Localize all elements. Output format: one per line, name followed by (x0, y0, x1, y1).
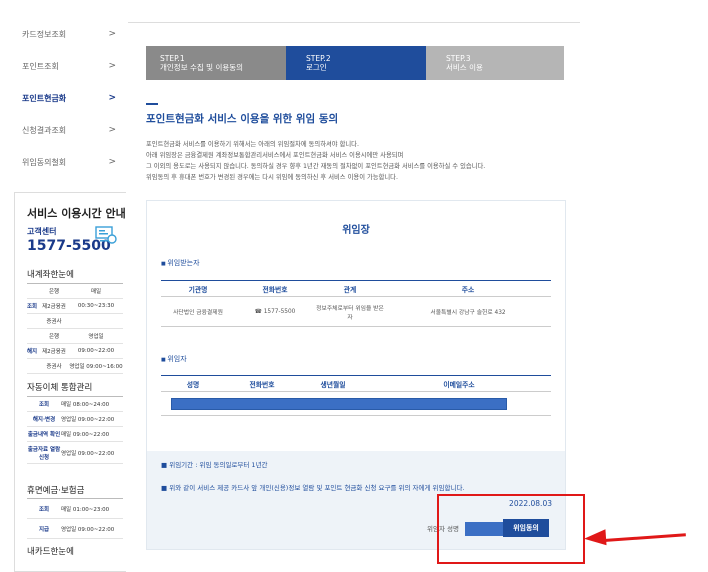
sidebar-item-withdraw[interactable]: 위임동의철회 > (0, 145, 126, 179)
schedule-row: 출금자료 열람신청 영업일 09:00~22:00 (27, 442, 123, 464)
column-header: 성명 (161, 375, 225, 392)
receiver-section-label: 위임받는자 (161, 258, 199, 268)
redacted-info (171, 397, 507, 410)
column-header: 전화번호 (235, 280, 315, 297)
schedule-row: 은행 매일 (27, 284, 123, 299)
schedule-table-accounts: 은행 매일 조회 제2금융권 00:30~23:30 증권사 은행 영업일 해지 제2금융… (27, 283, 123, 374)
schedule-row: 증권사 영업일 09:00~16:00 (27, 359, 123, 374)
sidebar-item-points[interactable]: 포인트조회 > (0, 49, 126, 83)
schedule-row: 출금내역 확인 매일 09:00~22:00 (27, 427, 123, 442)
arrow-line (603, 533, 686, 542)
schedule-row: 조회 매일 01:00~23:00 (27, 499, 123, 519)
schedule-row: 지급 영업일 09:00~22:00 (27, 519, 123, 539)
address-cell: 서울특별시 강남구 솔헌로 432 (385, 296, 551, 327)
sidebar-item-label: 신청결과조회 (22, 125, 67, 135)
table-row: 사단법인 금융결제원 ☎ 1577-5500 정보주체로부터 위임을 받은자 서… (161, 296, 551, 327)
service-hours-title: 서비스 이용시간 안내 (27, 207, 126, 220)
column-header: 주소 (385, 280, 551, 297)
computer-icon (95, 226, 117, 244)
schedule-table-autopay: 조회 매일 08:00~24:00 해지·변경 영업일 09:00~22:00 출금… (27, 396, 123, 464)
top-divider (128, 22, 580, 23)
chevron-right-icon: > (108, 93, 116, 103)
schedule-table-dormant: 조회 매일 01:00~23:00 지급 영업일 09:00~22:00 (27, 498, 123, 539)
description-line: 아래 위임장은 금융결제원 계좌정보통합관리서비스에서 포인트현금화 서비스 이… (146, 152, 404, 159)
column-header: 전화번호 (225, 375, 299, 392)
mandate-consent-text: ■ 위와 같이 서비스 제공 카드사 앞 개인(신용)정보 열람 및 포인트 현… (161, 484, 465, 492)
schedule-row: 해지 제2금융권 09:00~22:00 (27, 344, 123, 359)
service-hours-panel: 서비스 이용시간 안내 고객센터 1577-5500 내계좌한눈에 은행 매일 조… (14, 192, 126, 572)
sidebar: 카드정보조회 > 포인트조회 > 포인트현금화 > 신청결과조회 > 위임동의철… (0, 0, 126, 572)
chevron-right-icon: > (108, 61, 116, 71)
chevron-right-icon: > (108, 29, 116, 39)
step-2: STEP.2 로그인 (286, 46, 426, 80)
schedule-row: 은행 영업일 (27, 329, 123, 344)
section-dormant: 휴면예금·보험금 (27, 486, 85, 496)
step-label: 서비스 이용 (446, 63, 483, 73)
description-line: 그 이외의 용도로는 사용되지 않습니다. 동의하실 경우 향후 1년간 재동의… (146, 163, 486, 170)
giver-info-cell (161, 391, 551, 416)
receiver-table: 기관명 전화번호 관계 주소 사단법인 금융결제원 ☎ 1577-5500 정보… (161, 280, 551, 327)
step-label: 개인정보 수집 및 이용동의 (160, 63, 244, 73)
highlight-box (437, 494, 585, 564)
mandate-document: 위임장 위임받는자 기관명 전화번호 관계 주소 사단법인 금융결제원 ☎ 15… (147, 201, 565, 451)
phone-cell: ☎ 1577-5500 (235, 296, 315, 327)
sidebar-item-point-cash[interactable]: 포인트현금화 > (0, 81, 126, 115)
sidebar-item-label: 포인트현금화 (22, 93, 67, 103)
column-header: 관계 (315, 280, 385, 297)
giver-section-label: 위임자 (161, 354, 186, 364)
column-header: 이메일주소 (367, 375, 551, 392)
schedule-row: 조회 제2금융권 00:30~23:30 (27, 299, 123, 314)
description-line: 위임동의 후 휴대폰 번호가 변경된 경우에는 다시 위임에 동의하신 후 서비… (146, 174, 398, 181)
step-1: STEP.1 개인정보 수집 및 이용동의 (146, 46, 286, 80)
sidebar-item-label: 포인트조회 (22, 61, 59, 71)
schedule-row: 해지·변경 영업일 09:00~22:00 (27, 412, 123, 427)
title-accent-bar (146, 103, 158, 105)
step-number: STEP.1 (160, 54, 185, 63)
step-number: STEP.3 (446, 54, 471, 63)
description: 포인트현금화 서비스를 이용하기 위해서는 아래의 위임절차에 동의하셔야 합니… (146, 139, 576, 183)
sidebar-item-card-info[interactable]: 카드정보조회 > (0, 17, 126, 51)
sidebar-item-label: 위임동의철회 (22, 157, 67, 167)
section-my-cards: 내카드한눈에 (27, 547, 74, 557)
section-my-accounts: 내계좌한눈에 (27, 270, 74, 280)
step-3: STEP.3 서비스 이용 (426, 46, 564, 80)
relation-cell: 정보주체로부터 위임을 받은자 (315, 296, 385, 327)
column-header: 생년월일 (299, 375, 367, 392)
mandate-title: 위임장 (342, 225, 370, 236)
chevron-right-icon: > (108, 125, 116, 135)
giver-table: 성명 전화번호 생년월일 이메일주소 (161, 375, 551, 416)
page-title: 포인트현금화 서비스 이용을 위한 위임 동의 (146, 113, 339, 125)
schedule-row: 증권사 (27, 314, 123, 329)
step-label: 로그인 (306, 63, 327, 73)
column-header: 기관명 (161, 280, 235, 297)
section-autopay: 자동이체 통합관리 (27, 383, 93, 393)
description-line: 포인트현금화 서비스를 이용하기 위해서는 아래의 위임절차에 동의하셔야 합니… (146, 141, 359, 148)
org-cell: 사단법인 금융결제원 (161, 296, 235, 327)
sidebar-item-results[interactable]: 신청결과조회 > (0, 113, 126, 147)
schedule-row: 조회 매일 08:00~24:00 (27, 397, 123, 412)
step-number: STEP.2 (306, 54, 331, 63)
mandate-period: ■ 위임기간 : 위임 동의일로부터 1년간 (161, 461, 268, 469)
callcenter-label: 고객센터 (27, 227, 57, 236)
table-row (161, 391, 551, 416)
sidebar-item-label: 카드정보조회 (22, 29, 67, 39)
chevron-right-icon: > (108, 157, 116, 167)
